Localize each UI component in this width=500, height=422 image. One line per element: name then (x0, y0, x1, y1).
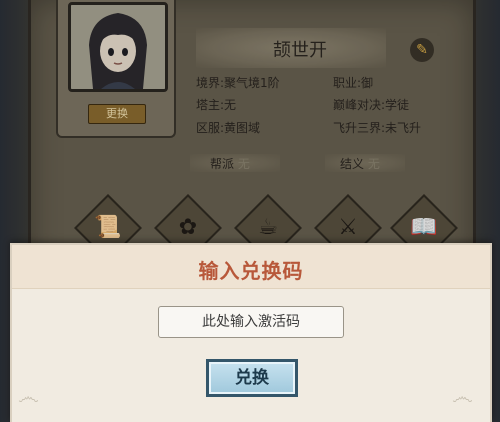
activation-code-input[interactable] (158, 306, 344, 338)
ink-swirl-right-icon: ෴ (452, 385, 473, 410)
redeem-code-dialog: 输入兑换码 ෴ ෴ 兑换 (10, 243, 492, 422)
ink-swirl-left-icon: ෴ (18, 385, 39, 410)
dialog-title: 输入兑换码 (198, 259, 304, 283)
dialog-title-bar: 输入兑换码 (12, 245, 490, 289)
redeem-button[interactable]: 兑换 (206, 359, 298, 397)
